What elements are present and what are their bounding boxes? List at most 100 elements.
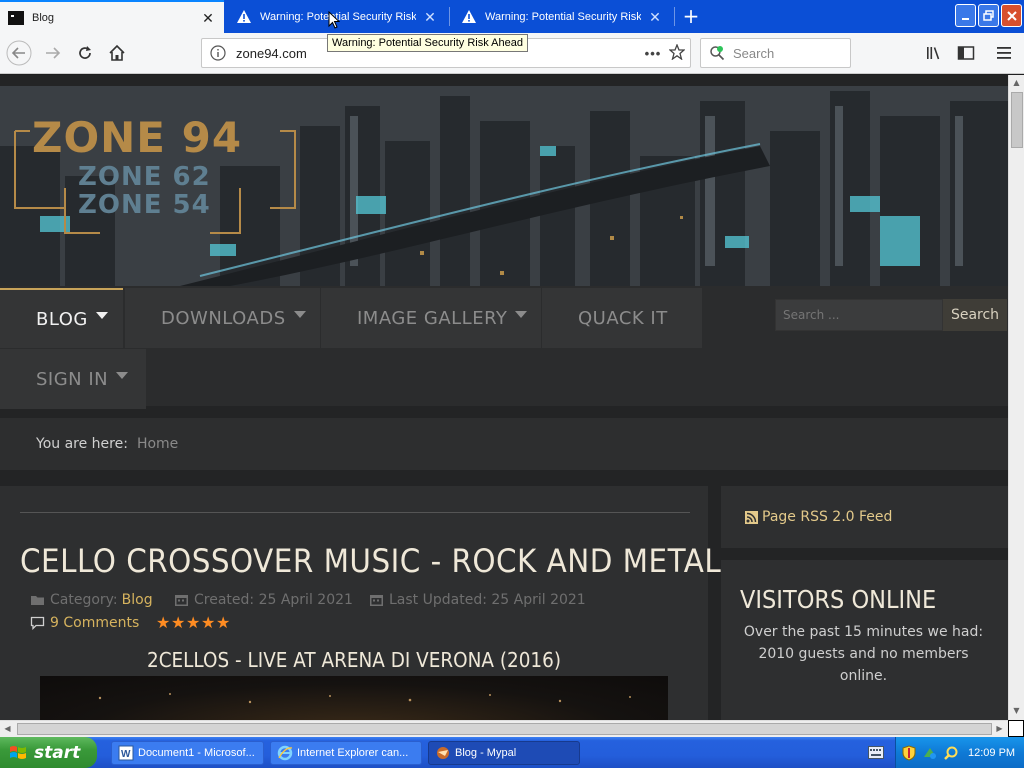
article-container: CELLO CROSSOVER MUSIC - ROCK AND METAL C… [0, 486, 721, 720]
nav-label: SIGN IN [36, 368, 109, 390]
minimize-window-button[interactable] [955, 4, 976, 27]
vertical-scrollbar[interactable]: ▲ ▼ [1008, 75, 1024, 720]
site-search: Search [775, 299, 1007, 331]
bookmark-star-icon[interactable] [664, 42, 690, 63]
rss-icon [745, 510, 758, 524]
rss-label: Page RSS 2.0 Feed [762, 509, 893, 525]
scroll-right-arrow-icon[interactable]: ▶ [992, 721, 1007, 737]
forward-arrow-icon[interactable] [40, 41, 66, 65]
keyboard-layout-icon[interactable] [868, 746, 884, 759]
network-icon[interactable] [922, 745, 938, 761]
home-icon[interactable] [104, 41, 130, 65]
restore-window-button[interactable] [978, 4, 999, 27]
visitors-text: Over the past 15 minutes we had: 2010 gu… [743, 624, 984, 684]
site-favicon-icon [8, 10, 24, 26]
caret-down-icon [95, 311, 108, 319]
tab-strip: Blog ✕ Warning: Potential Security Risk … [0, 0, 1024, 33]
internet-explorer-icon [277, 745, 293, 761]
calendar-icon [370, 595, 383, 606]
new-tab-plus-icon[interactable]: + [680, 6, 702, 28]
task-label: Internet Explorer can... [297, 747, 409, 759]
tab-blog[interactable]: Blog ✕ [0, 0, 224, 33]
taskbar-item-internet-explorer[interactable]: Internet Explorer can... [270, 741, 422, 765]
caret-down-icon [515, 310, 528, 318]
nav-label: QUACK IT [578, 307, 668, 329]
horizontal-scrollbar[interactable]: ◀ ▶ [0, 720, 1008, 737]
reload-icon[interactable] [72, 41, 98, 65]
nav-label: DOWNLOADS [161, 307, 286, 329]
scroll-down-arrow-icon[interactable]: ▼ [1009, 703, 1024, 718]
main-navigation: BLOG DOWNLOADS IMAGE GALLERY QUACK IT SI… [0, 286, 1008, 409]
article-updated: Last Updated: 25 April 2021 [369, 592, 586, 608]
nav-quack-it[interactable]: QUACK IT [542, 288, 702, 348]
svg-text:W: W [121, 749, 131, 760]
category-link[interactable]: Blog [122, 592, 153, 608]
taskbar-item-blog-mypal[interactable]: Blog - Mypal [428, 741, 580, 765]
library-icon[interactable] [921, 41, 947, 65]
system-tray: 12:09 PM [895, 737, 1024, 768]
page-actions-icon[interactable]: ••• [642, 46, 664, 61]
site-banner: ZONE 94 ZONE 62 ZONE 54 [0, 86, 1008, 286]
site-logo[interactable]: ZONE 94 ZONE 62 ZONE 54 [10, 113, 300, 243]
rss-feed-link[interactable]: Page RSS 2.0 Feed [721, 486, 1008, 548]
taskbar: start W Document1 - Microsof... Internet… [0, 737, 1024, 768]
close-tab-icon[interactable]: ✕ [200, 10, 216, 26]
star-icon[interactable]: ★ [216, 615, 231, 631]
folder-icon [31, 596, 44, 605]
star-icon[interactable]: ★ [201, 615, 216, 631]
article-created: Created: 25 April 2021 [174, 592, 353, 608]
nav-blog[interactable]: BLOG [0, 288, 123, 348]
star-icon[interactable]: ★ [156, 615, 171, 631]
logo-sub-text: ZONE 54 [78, 190, 211, 220]
close-tab-icon[interactable]: ✕ [647, 9, 663, 25]
warning-icon [236, 9, 252, 25]
tab-warning-2[interactable]: Warning: Potential Security Risk A ✕ [453, 0, 671, 33]
close-window-button[interactable] [1001, 4, 1022, 27]
calendar-icon [175, 595, 188, 606]
search-magnifier-icon[interactable] [943, 745, 959, 761]
site-search-button[interactable]: Search [943, 299, 1007, 331]
comment-icon [30, 616, 45, 630]
close-tab-icon[interactable]: ✕ [422, 9, 438, 25]
warning-icon [461, 9, 477, 25]
web-page: ZONE 94 ZONE 62 ZONE 54 BLOG DOWNLOADS I… [0, 75, 1008, 720]
divider [20, 512, 690, 513]
star-icon[interactable]: ★ [186, 615, 201, 631]
scroll-left-arrow-icon[interactable]: ◀ [0, 721, 15, 737]
logo-main-text: ZONE 94 [32, 113, 243, 162]
task-label: Blog - Mypal [455, 747, 517, 759]
article-title[interactable]: CELLO CROSSOVER MUSIC - ROCK AND METAL [20, 542, 721, 580]
nav-downloads[interactable]: DOWNLOADS [125, 288, 320, 348]
vertical-scroll-thumb[interactable] [1011, 92, 1023, 148]
start-button[interactable]: start [0, 737, 97, 768]
tab-title: Blog [32, 11, 55, 24]
updated-date: Last Updated: 25 April 2021 [389, 592, 586, 608]
created-date: Created: 25 April 2021 [194, 592, 353, 608]
video-embed[interactable] [40, 676, 668, 720]
windows-flag-icon [10, 745, 26, 759]
back-arrow-icon[interactable] [6, 40, 32, 66]
security-shield-icon[interactable] [901, 744, 917, 761]
info-icon[interactable] [210, 45, 226, 61]
scroll-up-arrow-icon[interactable]: ▲ [1009, 75, 1024, 90]
rating-stars[interactable]: ★ ★ ★ ★ ★ [156, 615, 231, 631]
menu-hamburger-icon[interactable] [992, 41, 1018, 65]
comments-link[interactable]: 9 Comments [30, 615, 139, 631]
visitors-title: VISITORS ONLINE [740, 585, 937, 614]
site-search-input[interactable] [775, 299, 943, 331]
star-icon[interactable]: ★ [171, 615, 186, 631]
sidebar-toggle-icon[interactable] [953, 41, 979, 65]
taskbar-item-document[interactable]: W Document1 - Microsof... [111, 741, 264, 765]
browser-search-input[interactable]: Search [700, 38, 851, 68]
system-clock[interactable]: 12:09 PM [968, 747, 1015, 759]
video-thumbnail-image [98, 693, 631, 704]
video-title: 2CELLOS - LIVE AT ARENA DI VERONA (2016) [146, 648, 562, 672]
breadcrumb: You are here: Home [0, 418, 1008, 470]
caret-down-icon [293, 310, 306, 318]
breadcrumb-home-link[interactable]: Home [137, 436, 178, 452]
category-label: Category: [50, 592, 118, 608]
caret-down-icon [116, 371, 129, 379]
horizontal-scroll-thumb[interactable] [17, 723, 992, 735]
nav-image-gallery[interactable]: IMAGE GALLERY [321, 288, 541, 348]
nav-sign-in[interactable]: SIGN IN [0, 349, 146, 409]
